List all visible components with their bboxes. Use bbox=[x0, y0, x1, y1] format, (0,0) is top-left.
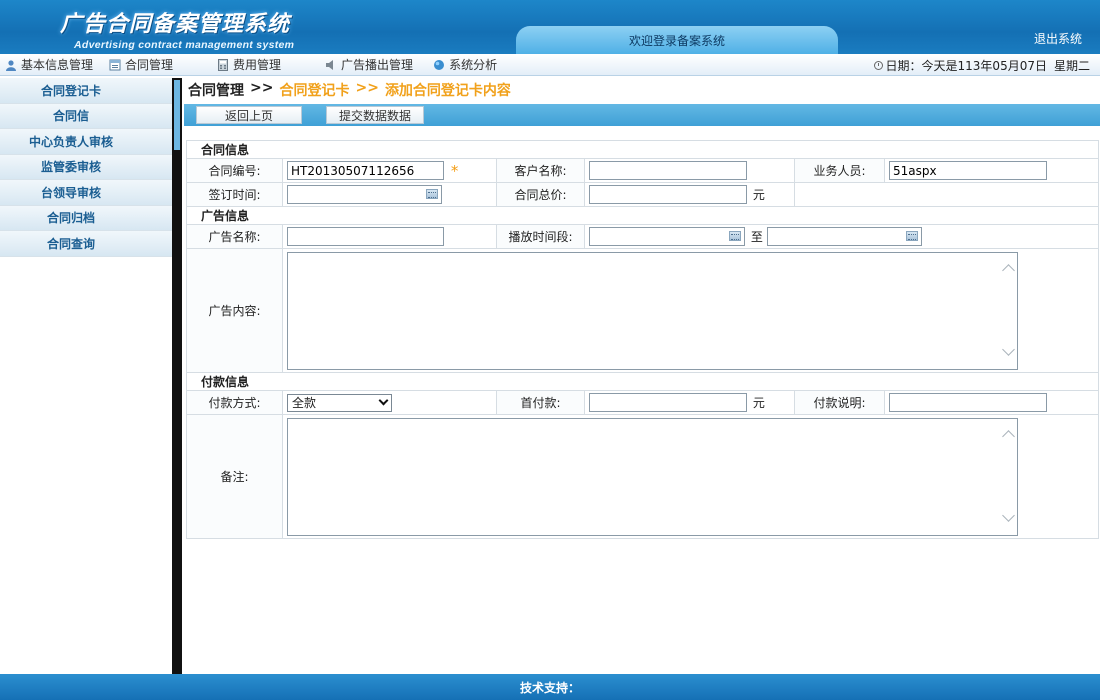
sidebar-item-leader-review[interactable]: 台领导审核 bbox=[0, 180, 172, 206]
remark-label: 备注: bbox=[186, 414, 283, 539]
scroll-up-icon[interactable] bbox=[1002, 263, 1015, 277]
date-display: 日期：今天是113年05月07日 星期二 bbox=[873, 54, 1090, 76]
sign-time-picker[interactable] bbox=[287, 185, 442, 204]
contract-no-input[interactable] bbox=[287, 161, 444, 180]
calculator-icon bbox=[218, 58, 229, 71]
customer-label: 客户名称: bbox=[496, 158, 585, 183]
menu-basic-info[interactable]: 基本信息管理 bbox=[2, 54, 96, 76]
required-mark: * bbox=[450, 161, 459, 180]
section-ad-info: 广告信息 bbox=[185, 206, 1100, 225]
back-button[interactable]: 返回上页 bbox=[196, 106, 302, 124]
first-pay-input[interactable] bbox=[589, 393, 747, 412]
sign-time-input[interactable] bbox=[287, 185, 442, 204]
footer: 技术支持： bbox=[0, 674, 1100, 700]
remark-textarea[interactable] bbox=[287, 417, 1018, 536]
section-contract-info: 合同信息 bbox=[185, 140, 1100, 159]
logout-link[interactable]: 退出系统 bbox=[1034, 30, 1082, 47]
app-title: 广告合同备案管理系统 bbox=[60, 12, 291, 37]
document-icon bbox=[109, 59, 121, 70]
top-menu: 基本信息管理 合同管理 费用管理 广告播出管理 系统分析 日期：今天是113年0… bbox=[0, 54, 1100, 76]
breadcrumb-separator: >> bbox=[355, 80, 379, 96]
breadcrumb-root: 合同管理 bbox=[188, 83, 244, 99]
menu-fee[interactable]: 费用管理 bbox=[214, 54, 284, 76]
menu-contract[interactable]: 合同管理 bbox=[106, 54, 176, 76]
first-pay-label: 首付款: bbox=[496, 390, 585, 415]
action-toolbar: 返回上页 提交数据数据 bbox=[184, 104, 1100, 126]
play-end-picker[interactable] bbox=[766, 227, 922, 246]
unit-yuan: 元 bbox=[752, 188, 765, 202]
sidebar-item-query[interactable]: 合同查询 bbox=[0, 231, 172, 257]
sidebar-item-contract-info[interactable]: 合同信 bbox=[0, 103, 172, 129]
salesperson-input[interactable] bbox=[889, 161, 1047, 180]
contract-form: 合同信息 合同编号: * 客户名称: 业务人员: 签订时间: bbox=[185, 140, 1100, 539]
customer-input[interactable] bbox=[589, 161, 747, 180]
support-text: 技术支持： bbox=[519, 680, 580, 695]
unit-yuan: 元 bbox=[752, 396, 765, 410]
menu-analysis-label: 系统分析 bbox=[449, 58, 498, 72]
ad-content-label: 广告内容: bbox=[186, 248, 283, 373]
salesperson-label: 业务人员: bbox=[794, 158, 885, 183]
total-price-input[interactable] bbox=[589, 185, 747, 204]
sign-time-label: 签订时间: bbox=[186, 182, 283, 207]
calendar-icon[interactable] bbox=[905, 231, 918, 241]
pay-method-value: 全款 bbox=[292, 396, 317, 410]
menu-analysis[interactable]: 系统分析 bbox=[430, 54, 500, 76]
pay-note-input[interactable] bbox=[889, 393, 1047, 412]
play-end-input[interactable] bbox=[766, 227, 922, 246]
sidebar-item-supervisor-review[interactable]: 监管委审核 bbox=[0, 154, 172, 180]
menu-ad-broadcast-label: 广告播出管理 bbox=[341, 58, 414, 72]
breadcrumb-separator: >> bbox=[250, 80, 274, 96]
scroll-down-icon[interactable] bbox=[1002, 508, 1015, 522]
main-content: 合同管理 >> 合同登记卡 >> 添加合同登记卡内容 返回上页 提交数据数据 合… bbox=[184, 78, 1100, 674]
menu-basic-info-label: 基本信息管理 bbox=[21, 58, 94, 72]
submit-button[interactable]: 提交数据数据 bbox=[326, 106, 424, 124]
sidebar-item-center-review[interactable]: 中心负责人审核 bbox=[0, 129, 172, 155]
sidebar-scroll-thumb[interactable] bbox=[174, 80, 180, 150]
calendar-icon[interactable] bbox=[426, 189, 438, 199]
logo: 广告合同备案管理系统 Advertising contract manageme… bbox=[60, 6, 294, 51]
play-start-picker[interactable] bbox=[589, 227, 745, 246]
globe-icon bbox=[434, 59, 445, 70]
pay-method-label: 付款方式: bbox=[186, 390, 283, 415]
sidebar-item-contract-card[interactable]: 合同登记卡 bbox=[0, 78, 172, 104]
textarea-scrollbar[interactable] bbox=[1000, 252, 1017, 369]
section-payment-info: 付款信息 bbox=[185, 372, 1100, 391]
total-price-label: 合同总价: bbox=[496, 182, 585, 207]
scroll-down-icon[interactable] bbox=[1002, 342, 1015, 356]
ad-name-label: 广告名称: bbox=[186, 224, 283, 249]
menu-contract-label: 合同管理 bbox=[125, 58, 174, 72]
ad-name-input[interactable] bbox=[287, 227, 444, 246]
menu-fee-label: 费用管理 bbox=[233, 58, 282, 72]
textarea-scrollbar[interactable] bbox=[1000, 418, 1017, 535]
app-header: 广告合同备案管理系统 Advertising contract manageme… bbox=[0, 0, 1100, 54]
pay-method-select[interactable]: 全款 bbox=[287, 393, 392, 412]
clock-icon bbox=[873, 60, 883, 70]
ad-content-textarea[interactable] bbox=[287, 251, 1018, 370]
calendar-icon[interactable] bbox=[729, 231, 741, 241]
sidebar: 合同登记卡 合同信 中心负责人审核 监管委审核 台领导审核 合同归档 合同查询 bbox=[0, 78, 172, 674]
pay-note-label: 付款说明: bbox=[794, 390, 885, 415]
to-label: 至 bbox=[750, 230, 763, 244]
play-period-label: 播放时间段: bbox=[496, 224, 585, 249]
user-icon bbox=[6, 59, 16, 71]
scroll-up-icon[interactable] bbox=[1002, 429, 1015, 443]
breadcrumb-current: 添加合同登记卡内容 bbox=[384, 83, 511, 99]
app-subtitle: Advertising contract management system bbox=[74, 39, 295, 51]
breadcrumb-contract-card[interactable]: 合同登记卡 bbox=[279, 80, 349, 100]
menu-ad-broadcast[interactable]: 广告播出管理 bbox=[322, 54, 416, 76]
breadcrumb: 合同管理 >> 合同登记卡 >> 添加合同登记卡内容 bbox=[188, 80, 511, 100]
play-start-input[interactable] bbox=[589, 227, 745, 246]
welcome-banner: 欢迎登录备案系统 bbox=[516, 26, 838, 54]
sidebar-scrollbar[interactable] bbox=[172, 78, 182, 674]
weekday-text: 星期二 bbox=[1053, 58, 1090, 73]
speaker-icon bbox=[326, 59, 334, 70]
contract-no-label: 合同编号: bbox=[186, 158, 283, 183]
date-text: 日期：今天是113年05月07日 bbox=[885, 58, 1047, 73]
chevron-down-icon bbox=[378, 395, 389, 406]
sidebar-item-archive[interactable]: 合同归档 bbox=[0, 205, 172, 231]
